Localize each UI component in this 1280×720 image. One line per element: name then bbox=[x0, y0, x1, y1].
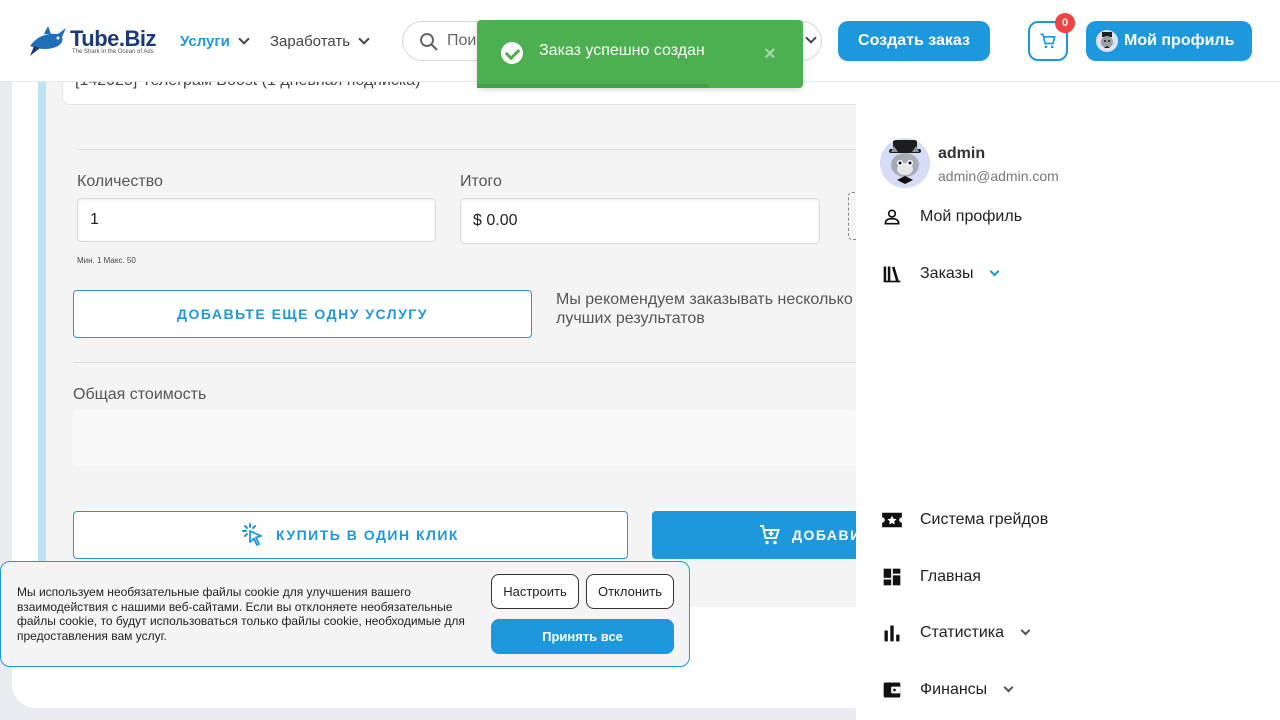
person-icon bbox=[880, 205, 904, 229]
profile-button-label: Мой профиль bbox=[1124, 32, 1235, 49]
chevron-down-icon bbox=[238, 33, 250, 45]
grand-total-label: Общая стоимость bbox=[73, 386, 207, 403]
chevron-down-icon[interactable] bbox=[1003, 682, 1014, 693]
chevron-down-icon[interactable] bbox=[1020, 625, 1031, 636]
cookie-banner: Мы используем необязательные файлы cooki… bbox=[0, 561, 690, 667]
add-to-cart-label: ДОБАВИТЬ bbox=[792, 527, 856, 543]
create-order-button[interactable]: Создать заказ bbox=[838, 21, 990, 61]
nav-services-label: Услуги bbox=[180, 33, 230, 50]
divider bbox=[77, 149, 857, 150]
nav-earn-label: Заработать bbox=[270, 33, 351, 50]
chevron-down-icon[interactable] bbox=[990, 266, 1000, 277]
profile-button[interactable]: Мой профиль bbox=[1086, 21, 1252, 61]
cookie-text: Мы используем необязательные файлы cooki… bbox=[17, 585, 465, 643]
add-service-button[interactable]: ДОБАВЬТЕ ЕЩЕ ОДНУ УСЛУГУ bbox=[73, 290, 532, 338]
grand-total-box bbox=[73, 410, 856, 466]
success-toast: Заказ успешно создан × bbox=[477, 20, 803, 88]
ticket-star-icon bbox=[880, 508, 904, 532]
drawer-item-label: Главная bbox=[920, 568, 981, 585]
avatar bbox=[880, 138, 930, 188]
drawer-item-label: Заказы bbox=[920, 265, 974, 282]
recommendation-line-2: лучших результатов bbox=[556, 310, 705, 327]
click-cursor-icon bbox=[242, 523, 262, 546]
total-label: Итого bbox=[460, 173, 502, 190]
cart-icon bbox=[760, 525, 780, 545]
profile-drawer: admin admin@admin.com Мой профиль Заказы… bbox=[856, 82, 1280, 720]
check-circle-icon bbox=[501, 42, 523, 64]
limits-hint: Мин. 1 Макс. 50 bbox=[77, 256, 136, 265]
quantity-input[interactable] bbox=[77, 198, 436, 242]
recommendation-text: Мы рекомендуем заказывать несколько лучш… bbox=[556, 290, 856, 330]
logo-tagline: The Shark in the Ocean of Ads bbox=[72, 49, 154, 55]
drawer-item-label: Мой профиль bbox=[920, 208, 1023, 225]
drawer-item-label: Система грейдов bbox=[920, 511, 1049, 528]
chevron-down-icon bbox=[358, 33, 370, 45]
cookie-configure-button[interactable]: Настроить bbox=[491, 574, 579, 609]
close-icon[interactable]: × bbox=[764, 43, 776, 66]
one-click-buy-button[interactable]: КУПИТЬ В ОДИН КЛИК bbox=[73, 511, 628, 559]
add-to-cart-button[interactable]: ДОБАВИТЬ bbox=[652, 511, 856, 559]
search-chevron-icon[interactable] bbox=[805, 32, 817, 44]
wallet-icon bbox=[880, 678, 904, 702]
total-field[interactable] bbox=[460, 198, 820, 244]
nav-services[interactable]: Услуги bbox=[180, 33, 250, 50]
drawer-item-home[interactable]: Главная bbox=[880, 562, 1260, 592]
shark-logo-icon bbox=[30, 26, 66, 56]
search-icon bbox=[420, 33, 438, 51]
cart-icon bbox=[1040, 33, 1056, 49]
avatar bbox=[1096, 30, 1118, 52]
drawer-item-statistics[interactable]: Статистика bbox=[880, 618, 1260, 648]
divider bbox=[73, 362, 858, 363]
drawer-item-label: Статистика bbox=[920, 624, 1005, 641]
site-logo[interactable]: Tube.Biz The Shark in the Ocean of Ads bbox=[28, 24, 157, 58]
drawer-item-orders[interactable]: Заказы bbox=[880, 259, 1260, 289]
drawer-user-email: admin@admin.com bbox=[938, 168, 1059, 184]
nav-earn[interactable]: Заработать bbox=[270, 33, 370, 50]
recommendation-line-1: Мы рекомендуем заказывать несколько bbox=[556, 291, 853, 308]
toast-message: Заказ успешно создан bbox=[539, 42, 705, 59]
drawer-item-my-profile[interactable]: Мой профиль bbox=[880, 202, 1260, 232]
one-click-buy-label: КУПИТЬ В ОДИН КЛИК bbox=[276, 527, 459, 543]
add-service-label: ДОБАВЬТЕ ЕЩЕ ОДНУ УСЛУГУ bbox=[177, 306, 428, 322]
drawer-user-name: admin bbox=[938, 145, 986, 162]
bar-chart-icon bbox=[880, 621, 904, 645]
cart-count-badge: 0 bbox=[1055, 13, 1075, 33]
dashboard-icon bbox=[880, 565, 904, 589]
toast-progress-bar bbox=[477, 84, 709, 88]
cookie-accept-all-button[interactable]: Принять все bbox=[491, 619, 674, 654]
drawer-item-grade-system[interactable]: Система грейдов bbox=[880, 505, 1260, 535]
cookie-decline-button[interactable]: Отклонить bbox=[586, 574, 674, 609]
quantity-label: Количество bbox=[77, 173, 163, 190]
drawer-item-label: Финансы bbox=[920, 681, 988, 698]
books-icon bbox=[880, 262, 904, 286]
drawer-item-finance[interactable]: Финансы bbox=[880, 675, 1260, 705]
